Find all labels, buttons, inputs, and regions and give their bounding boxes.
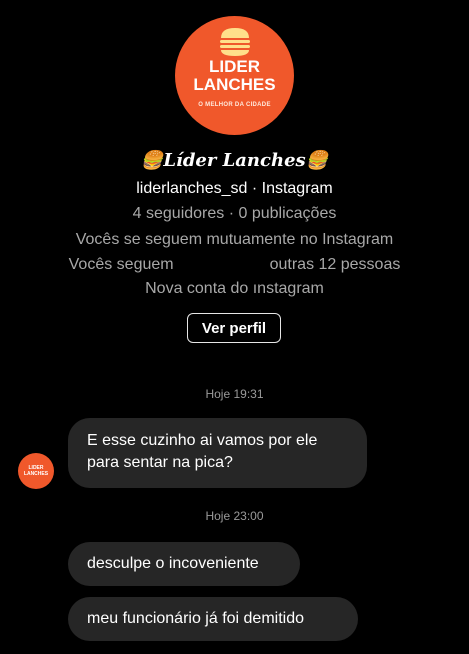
view-profile-button[interactable]: Ver perfil <box>187 313 281 343</box>
message-bubble[interactable]: E esse cuzinho ai vamos por ele para sen… <box>68 418 367 488</box>
profile-display-name: 🍔Líder Lanches🍔 <box>140 150 329 171</box>
new-account-text: Nova conta do ınstagram <box>145 280 324 297</box>
message-text-line-1: E esse cuzinho ai vamos por ele <box>87 432 318 449</box>
mutual-follow-text: Vocês se seguem mutuamente no Instagram <box>75 231 394 248</box>
sender-avatar-line-2: LANCHES <box>23 471 49 477</box>
message-bubble[interactable]: desculpe o incoveniente <box>68 542 300 586</box>
burger-icon <box>219 28 250 56</box>
sender-avatar[interactable]: LIDER LANCHES <box>18 453 54 489</box>
follows-suffix: outras 12 pessoas <box>269 256 401 273</box>
logo-brand-line-1: LIDER <box>209 57 260 76</box>
follows-prefix: Vocês seguem <box>68 256 174 273</box>
message-text: meu funcionário já foi demitido <box>87 610 305 627</box>
profile-stats: 4 seguidores · 0 publicações <box>132 205 337 222</box>
message-text: desculpe o incoveniente <box>87 555 259 572</box>
profile-handle: liderlanches_sd · Instagram <box>136 180 333 197</box>
logo-tagline: O MELHOR DA CIDADE <box>198 102 271 108</box>
profile-avatar[interactable]: LIDER LANCHES O MELHOR DA CIDADE <box>175 16 294 135</box>
follows-text: Vocês seguem outras 12 pessoas <box>0 255 469 275</box>
timestamp: Hoje 23:00 <box>205 509 264 523</box>
message-bubble[interactable]: meu funcionário já foi demitido <box>68 597 358 641</box>
message-text-line-2: para sentar na pica? <box>87 454 233 471</box>
timestamp: Hoje 19:31 <box>205 387 264 401</box>
logo-brand-line-2: LANCHES <box>193 75 276 94</box>
